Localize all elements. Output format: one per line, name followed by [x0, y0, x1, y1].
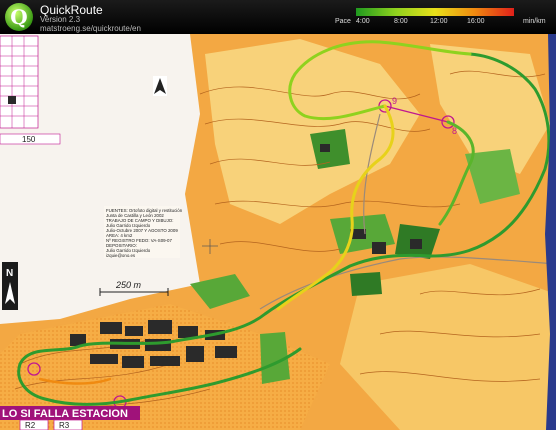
pace-unit: min/km — [523, 18, 546, 25]
pace-color-scale — [356, 8, 514, 16]
pace-tick-4: 16:00 — [467, 18, 485, 25]
legend-box-value: 150 — [22, 135, 36, 144]
forest-7 — [350, 272, 382, 296]
start-box-r3-label: R3 — [59, 421, 70, 430]
map-canvas[interactable]: 9 8 150 N FUENTES: Ortofoto digital y re… — [0, 34, 556, 430]
orienteering-map[interactable]: 9 8 150 N FUENTES: Ortofoto digital y re… — [0, 34, 556, 430]
svg-text:N: N — [6, 268, 13, 279]
scale-label: 250 m — [115, 280, 142, 290]
app-url: matstroeng.se/quickroute/en — [40, 24, 141, 33]
pace-tick-1: 4:00 — [356, 18, 370, 25]
app-version: Version 2.3 — [40, 15, 81, 24]
bottom-banner-text: LO SI FALLA ESTACION — [2, 408, 128, 420]
pace-tick-3: 12:00 — [430, 18, 448, 25]
north-arrow-top — [153, 76, 167, 96]
svg-text:izquie@ono.es: izquie@ono.es — [106, 253, 136, 258]
control-description-sheet — [0, 35, 39, 129]
pace-label: Pace — [335, 18, 351, 25]
app-header: Q QuickRoute Version 2.3 matstroeng.se/q… — [0, 0, 556, 34]
north-arrow-left: N — [2, 262, 18, 310]
start-box-r2-label: R2 — [25, 421, 36, 430]
pace-tick-2: 8:00 — [394, 18, 408, 25]
control-number: 9 — [392, 96, 397, 106]
quickroute-logo: Q — [5, 3, 33, 31]
